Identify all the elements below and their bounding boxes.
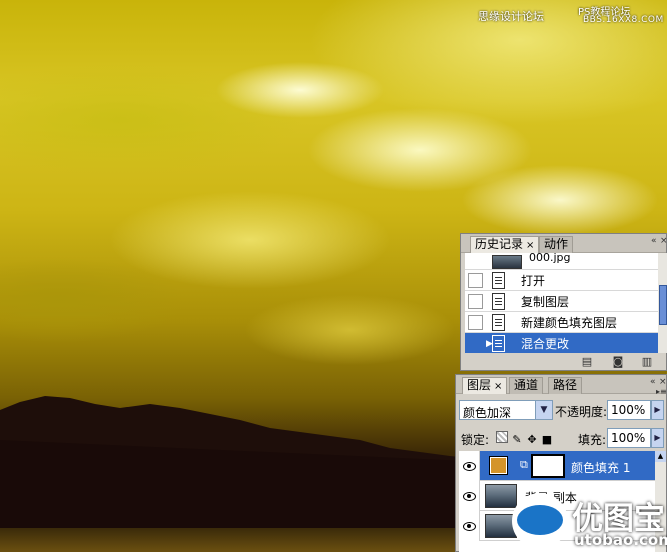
tab-actions[interactable]: 动作 <box>539 236 574 253</box>
scroll-up-icon[interactable]: ▲ <box>655 451 666 462</box>
logo-url: utobao.com <box>574 531 667 549</box>
eye-icon[interactable] <box>459 511 480 541</box>
history-item[interactable]: 打开 <box>465 270 658 291</box>
history-source-checkbox[interactable] <box>468 294 483 309</box>
history-state-icon <box>492 314 505 331</box>
tab-close-icon[interactable]: × <box>494 381 502 392</box>
history-panel: 历史记录 × 动作 « × 000.jpg 打开 复制图层 新建颜色填充图层 ▶… <box>460 233 667 371</box>
tab-close-icon[interactable]: × <box>526 240 534 251</box>
history-item[interactable]: 复制图层 <box>465 291 658 312</box>
eye-icon[interactable] <box>459 481 480 511</box>
blend-mode-select[interactable]: 颜色加深 ▼ <box>459 400 553 420</box>
history-item-label: 复制图层 <box>521 295 570 309</box>
history-item-label: 打开 <box>521 274 546 288</box>
history-state-icon <box>492 335 505 352</box>
tab-channels[interactable]: 通道 <box>509 377 544 394</box>
logo-wave-icon <box>517 505 563 535</box>
history-footer: ▤ ◙ ▥ <box>461 353 667 372</box>
layer-row-selected[interactable]: ⧉ 颜色填充 1 <box>459 451 655 481</box>
blend-mode-value: 颜色加深 <box>463 406 512 420</box>
lock-transparent-icon[interactable] <box>496 431 508 443</box>
opacity-label: 不透明度: <box>555 405 608 419</box>
snapshot-label: 000.jpg <box>529 253 571 264</box>
eye-icon[interactable] <box>459 451 480 481</box>
tab-paths[interactable]: 路径 <box>548 377 583 394</box>
tab-channels-label: 通道 <box>514 378 539 392</box>
history-scrollbar[interactable] <box>658 253 667 353</box>
layers-tabbar: 图层 × 通道 路径 « × <box>456 375 667 394</box>
history-state-icon <box>492 293 505 310</box>
opacity-input[interactable]: 100% <box>607 400 651 420</box>
chain-link-icon[interactable]: ⧉ <box>520 458 528 472</box>
tab-layers-label: 图层 <box>467 378 492 392</box>
watermark-site-cn: 思缘设计论坛 <box>478 10 544 23</box>
utobao-logo: 优图宝 utobao.com <box>512 493 667 551</box>
lock-brush-icon[interactable]: ✎ <box>511 434 523 446</box>
panel-close-icon[interactable]: × <box>660 236 667 246</box>
history-item[interactable]: 新建颜色填充图层 <box>465 312 658 333</box>
layer-name: 颜色填充 1 <box>571 461 631 475</box>
history-source-checkbox[interactable] <box>468 336 483 351</box>
history-snapshot[interactable]: 000.jpg <box>465 253 658 270</box>
lock-label: 锁定: <box>461 433 490 447</box>
opacity-slider-arrow-icon[interactable]: ▶ <box>651 400 664 420</box>
new-document-from-state-icon[interactable]: ▤ <box>581 356 593 367</box>
tab-history-label: 历史记录 <box>475 237 524 251</box>
layer-mask-thumbnail[interactable] <box>531 454 565 478</box>
chevron-down-icon[interactable]: ▼ <box>535 401 552 419</box>
fill-label: 填充: <box>578 433 607 447</box>
camera-snapshot-icon[interactable]: ◙ <box>612 356 624 367</box>
history-item-label: 新建颜色填充图层 <box>521 316 618 330</box>
history-source-checkbox[interactable] <box>468 315 483 330</box>
fill-slider-arrow-icon[interactable]: ▶ <box>651 428 664 448</box>
trash-icon[interactable]: ▥ <box>641 356 653 367</box>
history-item-selected[interactable]: ▶ 混合更改 <box>465 333 658 353</box>
history-item-label: 混合更改 <box>521 337 570 351</box>
color-fill-thumbnail[interactable] <box>489 456 508 475</box>
panel-collapse-icon[interactable]: « <box>650 377 656 387</box>
panel-close-icon[interactable]: × <box>659 377 667 387</box>
fill-input[interactable]: 100% <box>607 428 651 448</box>
tab-paths-label: 路径 <box>553 378 578 392</box>
history-scroll-thumb[interactable] <box>659 285 667 325</box>
tab-layers[interactable]: 图层 × <box>462 377 508 394</box>
history-tabbar: 历史记录 × 动作 « × <box>461 234 667 253</box>
history-list: 000.jpg 打开 复制图层 新建颜色填充图层 ▶ 混合更改 <box>465 253 658 353</box>
history-state-icon <box>492 272 505 289</box>
lock-all-icon[interactable]: ■ <box>541 434 553 446</box>
lock-options: ✎ ✥ ■ <box>496 431 556 446</box>
snapshot-thumbnail <box>492 255 522 269</box>
history-source-checkbox[interactable] <box>468 273 483 288</box>
logo-emblem-icon <box>512 493 568 549</box>
tab-history[interactable]: 历史记录 × <box>470 236 540 253</box>
panel-collapse-icon[interactable]: « <box>651 236 657 246</box>
lock-move-icon[interactable]: ✥ <box>526 434 538 446</box>
tab-actions-label: 动作 <box>544 237 569 251</box>
watermark-site-url: BBS.16XX8.COM <box>583 15 664 25</box>
panel-menu-icon[interactable]: ▸≡ <box>656 387 667 396</box>
